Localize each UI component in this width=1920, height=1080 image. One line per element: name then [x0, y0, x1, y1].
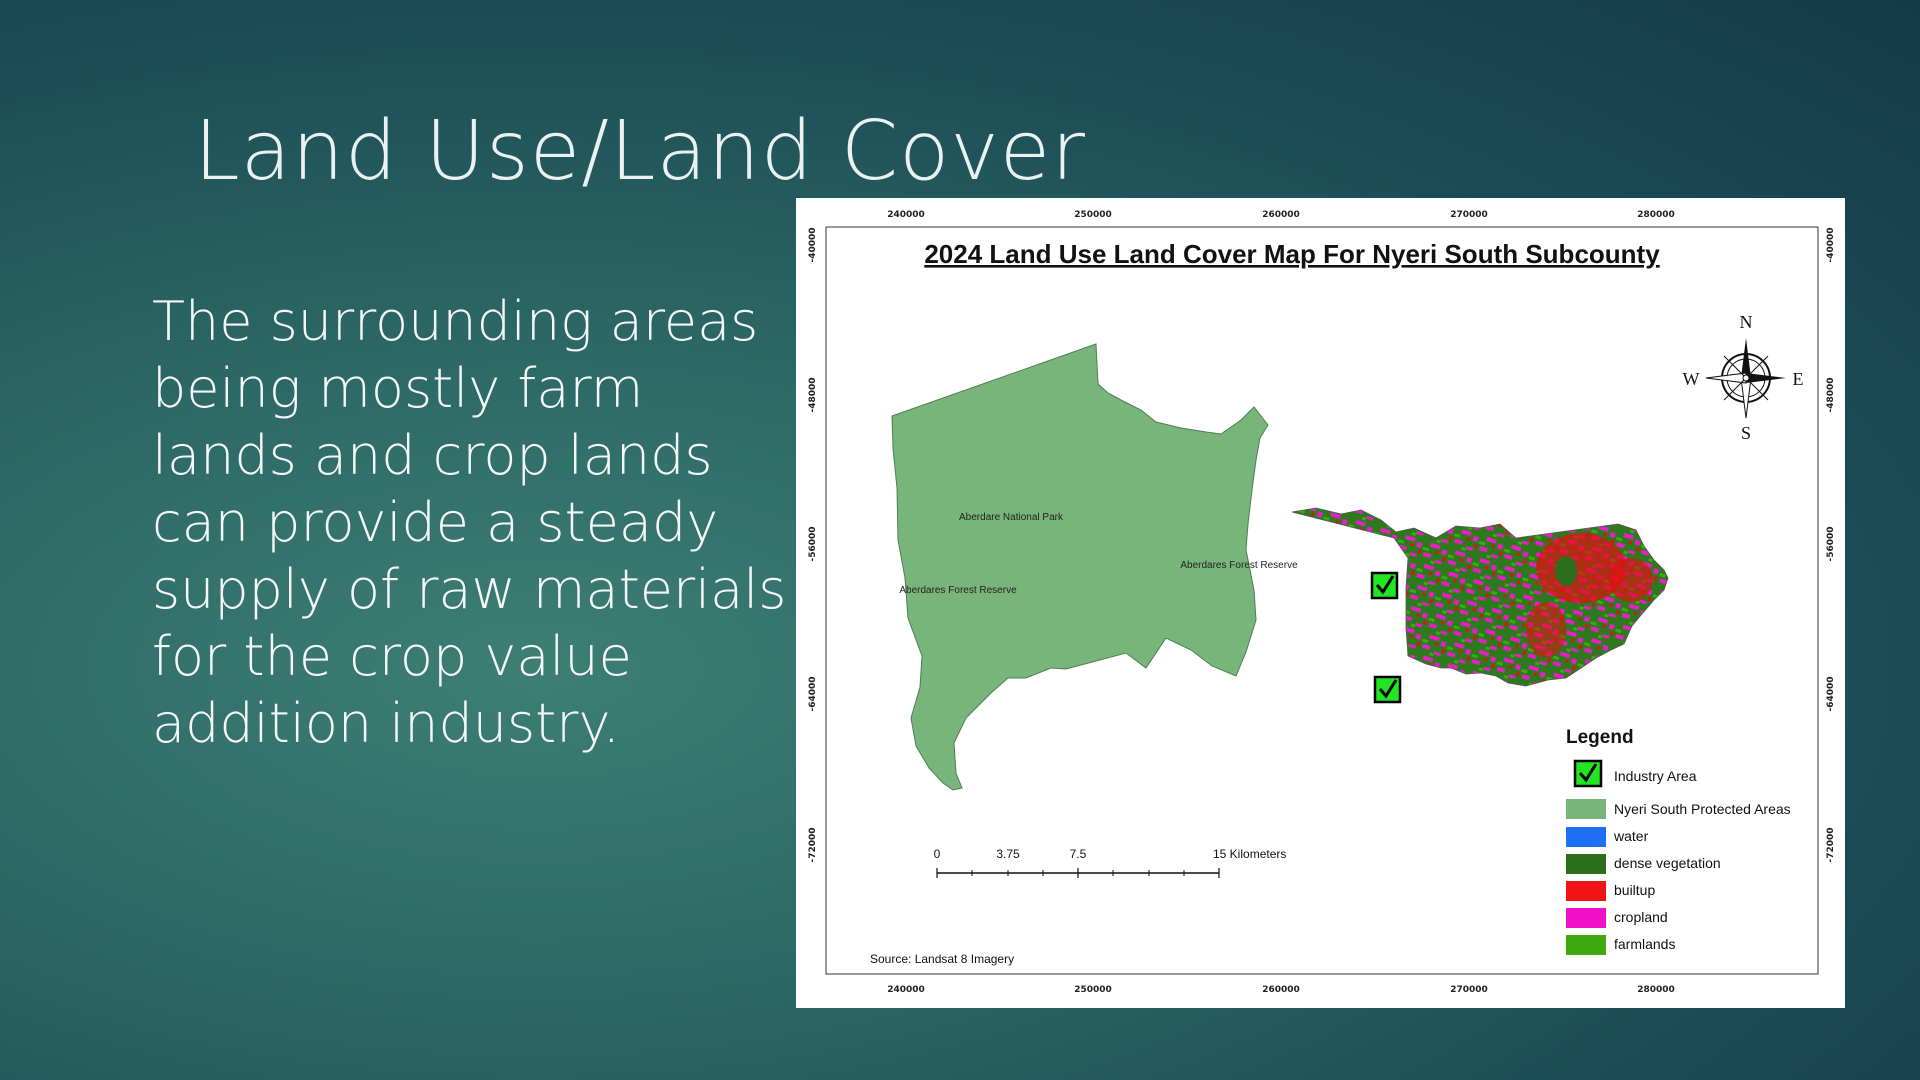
scale-label: 15 Kilometers: [1213, 847, 1286, 861]
legend-item-protected-areas: Nyeri South Protected Areas: [1566, 799, 1791, 819]
y-tick-right: -40000: [1826, 227, 1836, 262]
x-tick-top: 240000: [887, 210, 925, 220]
legend-label: water: [1613, 828, 1649, 844]
y-tick-left: -64000: [808, 676, 818, 711]
x-tick-top: 250000: [1074, 210, 1112, 220]
map-title: 2024 Land Use Land Cover Map For Nyeri S…: [924, 239, 1660, 269]
y-tick-left: -48000: [808, 377, 818, 412]
legend-label: dense vegetation: [1614, 855, 1721, 871]
map-source: Source: Landsat 8 Imagery: [870, 952, 1014, 966]
x-tick-top: 270000: [1450, 210, 1488, 220]
x-tick-bottom: 240000: [887, 985, 925, 995]
y-tick-right: -48000: [1826, 377, 1836, 412]
label-aberdare-national-park: Aberdare National Park: [959, 512, 1064, 523]
y-tick-right: -64000: [1826, 676, 1836, 711]
legend-title: Legend: [1566, 727, 1634, 748]
label-aberdares-forest-reserve-west: Aberdares Forest Reserve: [899, 585, 1017, 596]
y-tick-left: -40000: [808, 227, 818, 262]
y-tick-right: -72000: [1826, 827, 1836, 862]
legend-swatch: [1566, 881, 1606, 901]
x-tick-top: 280000: [1637, 210, 1675, 220]
legend-swatch: [1566, 935, 1606, 955]
slide-body-text: The surrounding areas being mostly farm …: [152, 290, 787, 755]
legend-label: Nyeri South Protected Areas: [1614, 801, 1791, 817]
legend-label: builtup: [1614, 882, 1655, 898]
legend-label: Industry Area: [1614, 768, 1697, 784]
x-tick-top: 260000: [1262, 210, 1300, 220]
y-tick-left: -56000: [808, 526, 818, 561]
legend-swatch: [1566, 799, 1606, 819]
industry-marker: [1370, 571, 1399, 600]
legend-swatch: [1566, 827, 1606, 847]
x-tick-bottom: 270000: [1450, 985, 1488, 995]
legend-label: farmlands: [1614, 936, 1675, 952]
x-tick-bottom: 250000: [1074, 985, 1112, 995]
compass-n: N: [1740, 312, 1753, 332]
map-image: 240000 250000 260000 270000 280000 24000…: [796, 198, 1845, 1008]
slide-title: Land Use/Land Cover: [194, 104, 1086, 199]
legend-label: cropland: [1614, 909, 1668, 925]
legend-swatch: [1566, 854, 1606, 874]
y-tick-right: -56000: [1826, 526, 1836, 561]
compass-e: E: [1793, 369, 1804, 389]
x-tick-bottom: 280000: [1637, 985, 1675, 995]
checkmark-icon: [1573, 759, 1603, 788]
industry-marker: [1373, 675, 1402, 704]
scale-label: 0: [934, 847, 941, 861]
x-tick-bottom: 260000: [1262, 985, 1300, 995]
compass-s: S: [1741, 423, 1751, 443]
compass-w: W: [1683, 369, 1700, 389]
scale-label: 3.75: [996, 847, 1020, 861]
scale-label: 7.5: [1070, 847, 1087, 861]
label-aberdares-forest-reserve-east: Aberdares Forest Reserve: [1180, 560, 1298, 571]
legend-swatch: [1566, 908, 1606, 928]
lulc-map: 240000 250000 260000 270000 280000 24000…: [808, 210, 1836, 995]
y-tick-left: -72000: [808, 827, 818, 862]
